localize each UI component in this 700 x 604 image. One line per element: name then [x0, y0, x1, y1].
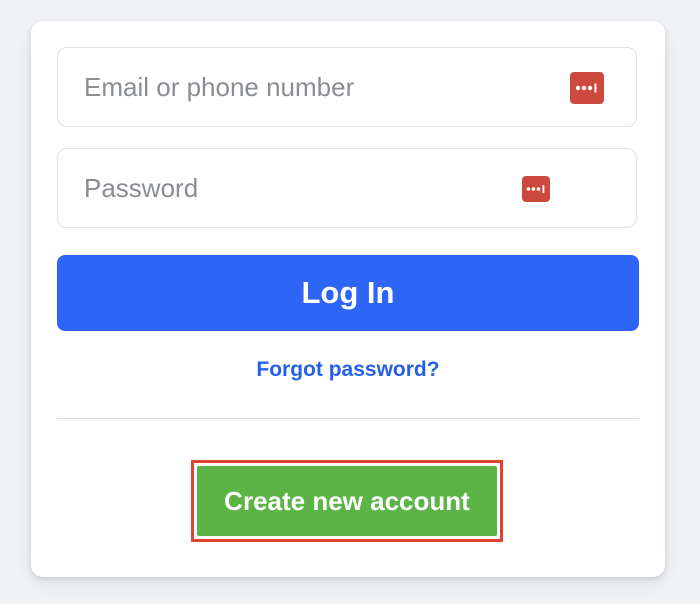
password-manager-icon[interactable] — [522, 176, 550, 202]
email-input[interactable] — [58, 48, 636, 126]
create-account-highlight: Create new account — [191, 460, 503, 542]
login-card: Log In Forgot password? Create new accou… — [31, 21, 665, 577]
login-button[interactable]: Log In — [57, 255, 639, 331]
divider — [57, 418, 639, 419]
email-field[interactable] — [57, 47, 637, 127]
dots-icon — [526, 185, 545, 193]
forgot-password-link[interactable]: Forgot password? — [31, 358, 665, 382]
create-account-button[interactable]: Create new account — [197, 466, 497, 536]
dots-icon — [575, 83, 597, 93]
password-manager-icon[interactable] — [570, 72, 604, 104]
password-field[interactable] — [57, 148, 637, 228]
